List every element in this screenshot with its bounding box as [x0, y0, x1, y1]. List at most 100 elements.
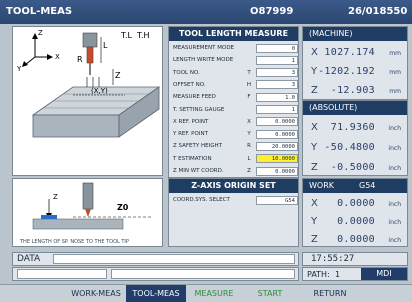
param-row[interactable]: Z SAFETY HEIGHT R 20.0000: [169, 140, 298, 152]
param-label: Z MIN WT COORD.: [173, 168, 224, 174]
param-row[interactable]: T. SETTING GAUGE 1: [169, 104, 298, 116]
param-value[interactable]: 1.0: [256, 92, 298, 102]
softkey-return[interactable]: RETURN: [302, 285, 358, 302]
coord-unit: mm: [389, 88, 401, 95]
param-value[interactable]: 1: [256, 105, 298, 114]
coord-unit: inch: [388, 219, 401, 226]
param-label: Y REF. POINT: [173, 131, 208, 138]
param-value[interactable]: 0.0000: [256, 129, 298, 139]
param-row[interactable]: MEASUREMENT MODE 0: [169, 42, 298, 54]
param-value[interactable]: 3: [256, 80, 298, 90]
tool-length-illustration: [22, 32, 161, 138]
label-z0: Z0: [117, 203, 129, 212]
param-key: F: [247, 94, 251, 101]
data-input-field[interactable]: [53, 254, 295, 264]
param-value[interactable]: 0.0000: [256, 166, 298, 176]
param-label: MEASURE FEED: [173, 94, 216, 101]
axis-z-label: Z: [38, 29, 43, 37]
coord-unit: mm: [389, 50, 401, 57]
param-value[interactable]: 10.0000: [256, 154, 298, 164]
param-row[interactable]: OFFSET NO. H 3: [169, 79, 298, 91]
param-key: X: [247, 118, 251, 125]
z-axis-origin-header: Z-AXIS ORIGIN SET: [169, 179, 298, 193]
message-bar: [12, 267, 299, 281]
z-axis-origin-panel: Z-AXIS ORIGIN SET COORD.SYS. SELECT G54: [168, 178, 299, 247]
coord-sys-label: COORD.SYS. SELECT: [173, 197, 230, 203]
param-row[interactable]: MEASURE FEED F 1.0: [169, 91, 298, 103]
param-key: L: [247, 155, 251, 162]
absolute-coord-row: Y -50.4800 inch: [303, 137, 407, 159]
coord-unit: inch: [388, 165, 401, 172]
param-row[interactable]: T ESTIMATION L 10.0000: [169, 153, 298, 165]
coord-unit: inch: [388, 237, 401, 244]
coord-sys-select-row[interactable]: COORD.SYS. SELECT G54: [169, 194, 298, 206]
param-key: Z: [247, 168, 251, 174]
param-value[interactable]: 1: [256, 55, 298, 65]
clock-time: 17:55:27: [311, 254, 355, 264]
label-th: T.H: [137, 31, 150, 40]
coord-sys-value[interactable]: G54: [256, 195, 298, 205]
param-label: T. SETTING GAUGE: [173, 106, 225, 113]
label-r: R: [77, 55, 83, 64]
param-value[interactable]: 0.0000: [256, 117, 298, 127]
coord-value: -0.5000: [330, 162, 375, 173]
param-key: R: [247, 143, 251, 150]
coord-value: 0.0000: [337, 216, 375, 227]
param-value[interactable]: 20.0000: [256, 141, 298, 151]
param-row[interactable]: X REF. POINT X 0.0000: [169, 116, 298, 128]
param-row[interactable]: TOOL NO. T 3: [169, 67, 298, 79]
work-header-value: G54: [359, 181, 376, 190]
label-z-bottom: Z: [53, 193, 58, 201]
axis-y-label: Y: [17, 65, 22, 73]
param-label: OFFSET NO.: [173, 81, 206, 88]
softkey-measure[interactable]: MEASURE: [186, 285, 242, 302]
softkey-start[interactable]: START: [242, 285, 298, 302]
mode-indicator: MDI: [361, 268, 407, 280]
coord-value: -12.903: [330, 85, 375, 96]
diagram-caption: THE LENGTH OF SP. NOSE TO THE TOOL TIP: [20, 239, 129, 245]
param-row[interactable]: Z MIN WT COORD. Z 0.0000: [169, 165, 298, 177]
param-key: Y: [247, 131, 251, 138]
param-row[interactable]: LENGTH WRITE MODE 1: [169, 54, 298, 66]
axis-label: Z: [311, 234, 318, 245]
param-label: LENGTH WRITE MODE: [173, 57, 234, 64]
z-origin-illustration: [32, 182, 153, 230]
tool-length-measure-header: TOOL LENGTH MEASURE: [169, 27, 298, 41]
absolute-coords-panel: (ABSOLUTE) X 71.9360 inch Y -50.4800 inch Z -0.…: [302, 100, 408, 176]
axis-x-label: X: [55, 53, 60, 61]
path-mode-display: PATH: 1 MDI: [302, 267, 408, 281]
axis-label: Z: [311, 85, 318, 96]
param-value[interactable]: 3: [256, 68, 298, 78]
data-input-bar[interactable]: DATA: [12, 252, 299, 266]
param-value[interactable]: 0: [256, 43, 298, 53]
param-label: T ESTIMATION: [173, 155, 212, 162]
axis-label: X: [311, 198, 318, 209]
coord-value: 0.0000: [337, 234, 375, 245]
clock-display: 17:55:27: [302, 252, 408, 266]
z-origin-diagram: Z0 Z: [12, 178, 163, 247]
softkey-work-meas[interactable]: WORK-MEAS: [66, 285, 126, 302]
param-label: TOOL NO.: [173, 69, 200, 76]
axis-label: Y: [311, 216, 318, 227]
axis-label: X: [311, 122, 318, 133]
param-label: Z SAFETY HEIGHT: [173, 143, 222, 150]
path-label: PATH:: [307, 270, 330, 279]
label-z: Z: [115, 71, 121, 80]
axis-label: Y: [311, 142, 318, 153]
param-row[interactable]: Y REF. POINT Y 0.0000: [169, 128, 298, 140]
tool-length-measure-panel: TOOL LENGTH MEASURE MEASUREMENT MODE 0 LEN…: [168, 26, 299, 178]
work-coords-panel: WORK G54 X 0.0000 inch Y 0.0000 inch Z 0.0000 in…: [302, 178, 408, 247]
coord-unit: inch: [388, 125, 401, 132]
work-header: WORK G54: [303, 179, 407, 193]
param-key: T: [247, 69, 251, 76]
title-bar: TOOL-MEAS O87999 26/018550: [0, 0, 412, 24]
param-label: MEASUREMENT MODE: [173, 45, 235, 51]
softkey-tool-meas[interactable]: TOOL-MEAS: [126, 285, 186, 302]
sequence-number: 26/018550: [348, 6, 408, 17]
message-field-1: [17, 269, 107, 279]
coord-value: -50.4800: [324, 142, 375, 153]
param-key: H: [246, 81, 252, 88]
label-l: L: [103, 41, 108, 50]
absolute-coord-row: X 71.9360 inch: [303, 117, 407, 139]
coord-unit: mm: [389, 69, 401, 76]
